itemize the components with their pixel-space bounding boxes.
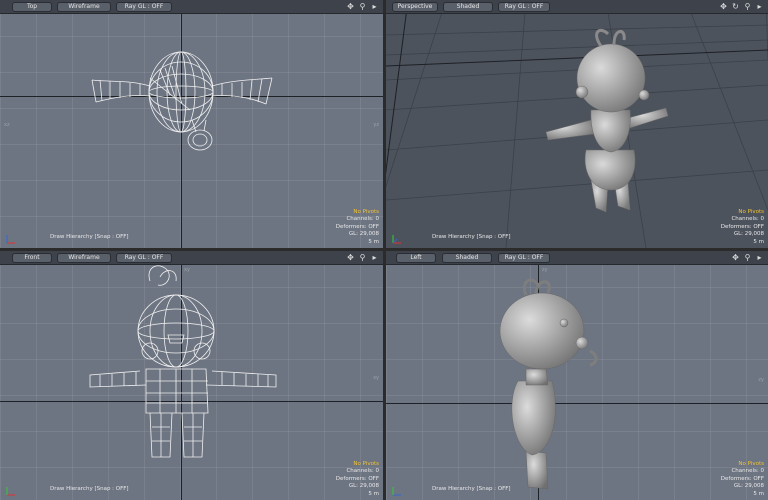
view-type-button[interactable]: Top bbox=[12, 2, 52, 12]
shading-mode-button[interactable]: Wireframe bbox=[57, 253, 111, 263]
axis-label-right: xy bbox=[373, 375, 379, 381]
viewport-header: Perspective Shaded Ray GL : OFF ✥ ↻ ⚲ ▸ bbox=[386, 0, 768, 14]
viewport-header: Top Wireframe Ray GL : OFF ✥ ⚲ ▸ bbox=[0, 0, 383, 14]
axis-gizmo-icon bbox=[392, 487, 401, 496]
viewport-menu-icon[interactable]: ▸ bbox=[755, 2, 764, 11]
deformers-status: Deformers: OFF bbox=[720, 475, 764, 482]
gl-count: GL: 29,008 bbox=[733, 483, 764, 489]
draw-hierarchy-status: Draw Hierarchy [Snap : OFF] bbox=[432, 234, 511, 240]
gl-count: GL: 29,008 bbox=[348, 231, 379, 237]
pivots-status: No Pivots bbox=[738, 460, 764, 467]
viewport-perspective[interactable]: Perspective Shaded Ray GL : OFF ✥ ↻ ⚲ ▸ … bbox=[386, 0, 768, 248]
character-shaded-left bbox=[499, 278, 598, 490]
move-view-icon[interactable]: ✥ bbox=[346, 2, 355, 11]
axis-gizmo-icon bbox=[6, 487, 15, 496]
move-view-icon[interactable]: ✥ bbox=[719, 2, 728, 11]
zoom-view-icon[interactable]: ⚲ bbox=[743, 2, 752, 11]
axis-label-top: xy bbox=[184, 267, 190, 273]
channels-status: Channels: 0 bbox=[346, 468, 379, 474]
viewport-menu-icon[interactable]: ▸ bbox=[370, 253, 379, 262]
ray-gl-button[interactable]: Ray GL : OFF bbox=[116, 2, 172, 12]
shading-mode-button[interactable]: Wireframe bbox=[57, 2, 111, 12]
gl-count: GL: 29,008 bbox=[348, 483, 379, 489]
viewport-header: Front Wireframe Ray GL : OFF ✥ ⚲ ▸ bbox=[0, 251, 383, 265]
viewport-info: No Pivots Channels: 0 Deformers: OFF GL:… bbox=[721, 461, 764, 499]
view-type-button[interactable]: Perspective bbox=[392, 2, 438, 12]
character-wireframe-front bbox=[89, 265, 277, 458]
draw-hierarchy-status: Draw Hierarchy [Snap : OFF] bbox=[50, 234, 129, 240]
viewport-menu-icon[interactable]: ▸ bbox=[370, 2, 379, 11]
axis-gizmo-icon bbox=[392, 235, 401, 244]
draw-hierarchy-status: Draw Hierarchy [Snap : OFF] bbox=[432, 486, 511, 492]
ray-gl-button[interactable]: Ray GL : OFF bbox=[116, 253, 172, 263]
move-view-icon[interactable]: ✥ bbox=[346, 253, 355, 262]
viewport-info: No Pivots Channels: 0 Deformers: OFF GL:… bbox=[336, 209, 379, 247]
shading-mode-button[interactable]: Shaded bbox=[442, 253, 492, 263]
ray-gl-button[interactable]: Ray GL : OFF bbox=[498, 2, 550, 12]
view-tools: ✥ ⚲ ▸ bbox=[731, 253, 764, 262]
view-type-button[interactable]: Left bbox=[396, 253, 436, 263]
grid-scale: 5 m bbox=[753, 238, 764, 245]
axis-gizmo-icon bbox=[6, 235, 15, 244]
channels-status: Channels: 0 bbox=[346, 216, 379, 222]
axis-label-right: zy bbox=[758, 377, 764, 383]
axis-label-right: yz bbox=[373, 122, 379, 128]
viewport-info: No Pivots Channels: 0 Deformers: OFF GL:… bbox=[721, 209, 764, 247]
grid-scale: 5 m bbox=[753, 490, 764, 497]
viewport-front[interactable]: Front Wireframe Ray GL : OFF ✥ ⚲ ▸ xy xy… bbox=[0, 251, 383, 500]
pivots-status: No Pivots bbox=[353, 208, 379, 215]
viewport-info: No Pivots Channels: 0 Deformers: OFF GL:… bbox=[336, 461, 379, 499]
deformers-status: Deformers: OFF bbox=[335, 475, 379, 482]
view-tools: ✥ ⚲ ▸ bbox=[346, 253, 379, 262]
deformers-status: Deformers: OFF bbox=[720, 223, 764, 230]
rotate-view-icon[interactable]: ↻ bbox=[731, 2, 740, 11]
viewport-left[interactable]: Left Shaded Ray GL : OFF ✥ ⚲ ▸ zy zy Dra… bbox=[386, 251, 768, 500]
axis-label-left: xz bbox=[4, 122, 10, 128]
move-view-icon[interactable]: ✥ bbox=[731, 253, 740, 262]
viewport-top[interactable]: Top Wireframe Ray GL : OFF ✥ ⚲ ▸ xz yz D… bbox=[0, 0, 383, 248]
zoom-view-icon[interactable]: ⚲ bbox=[358, 2, 367, 11]
deformers-status: Deformers: OFF bbox=[335, 223, 379, 230]
pivots-status: No Pivots bbox=[353, 460, 379, 467]
view-type-button[interactable]: Front bbox=[12, 253, 52, 263]
ray-gl-button[interactable]: Ray GL : OFF bbox=[498, 253, 550, 263]
pivots-status: No Pivots bbox=[738, 208, 764, 215]
grid-scale: 5 m bbox=[368, 238, 379, 245]
axis-label-top: zy bbox=[542, 267, 548, 273]
gl-count: GL: 29,008 bbox=[733, 231, 764, 237]
viewport-header: Left Shaded Ray GL : OFF ✥ ⚲ ▸ bbox=[386, 251, 768, 265]
channels-status: Channels: 0 bbox=[731, 468, 764, 474]
view-tools: ✥ ↻ ⚲ ▸ bbox=[719, 2, 764, 11]
zoom-view-icon[interactable]: ⚲ bbox=[358, 253, 367, 262]
zoom-view-icon[interactable]: ⚲ bbox=[743, 253, 752, 262]
grid-scale: 5 m bbox=[368, 490, 379, 497]
channels-status: Channels: 0 bbox=[731, 216, 764, 222]
character-shaded-perspective bbox=[545, 29, 669, 213]
shading-mode-button[interactable]: Shaded bbox=[443, 2, 493, 12]
viewport-menu-icon[interactable]: ▸ bbox=[755, 253, 764, 262]
character-wireframe-top bbox=[91, 51, 273, 151]
draw-hierarchy-status: Draw Hierarchy [Snap : OFF] bbox=[50, 486, 129, 492]
view-tools: ✥ ⚲ ▸ bbox=[346, 2, 379, 11]
